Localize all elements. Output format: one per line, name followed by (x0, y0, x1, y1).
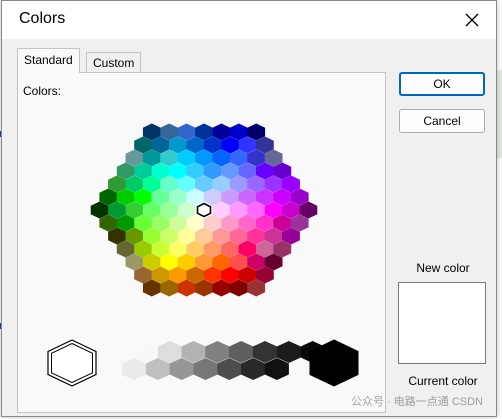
title-bar: Colors (2, 1, 496, 39)
current-color-label: Current color (408, 374, 478, 388)
color-palette (47, 123, 359, 387)
close-icon (465, 13, 479, 27)
tab-custom[interactable]: Custom (86, 52, 142, 73)
white-swatch-large[interactable] (47, 339, 97, 387)
ok-button[interactable]: OK (399, 72, 485, 96)
dialog-title: Colors (19, 10, 66, 27)
tab-standard[interactable]: Standard (17, 48, 80, 73)
colors-dialog: Colors Standard Custom Colors: OK Cancel… (1, 0, 497, 417)
close-button[interactable] (450, 3, 494, 37)
new-color-label: New color (416, 261, 470, 275)
color-preview (398, 282, 486, 364)
cancel-button[interactable]: Cancel (399, 109, 485, 133)
tab-panel-standard: Colors: (17, 72, 386, 413)
watermark: 公众号 · 电路一点通 CSDN (351, 396, 483, 408)
